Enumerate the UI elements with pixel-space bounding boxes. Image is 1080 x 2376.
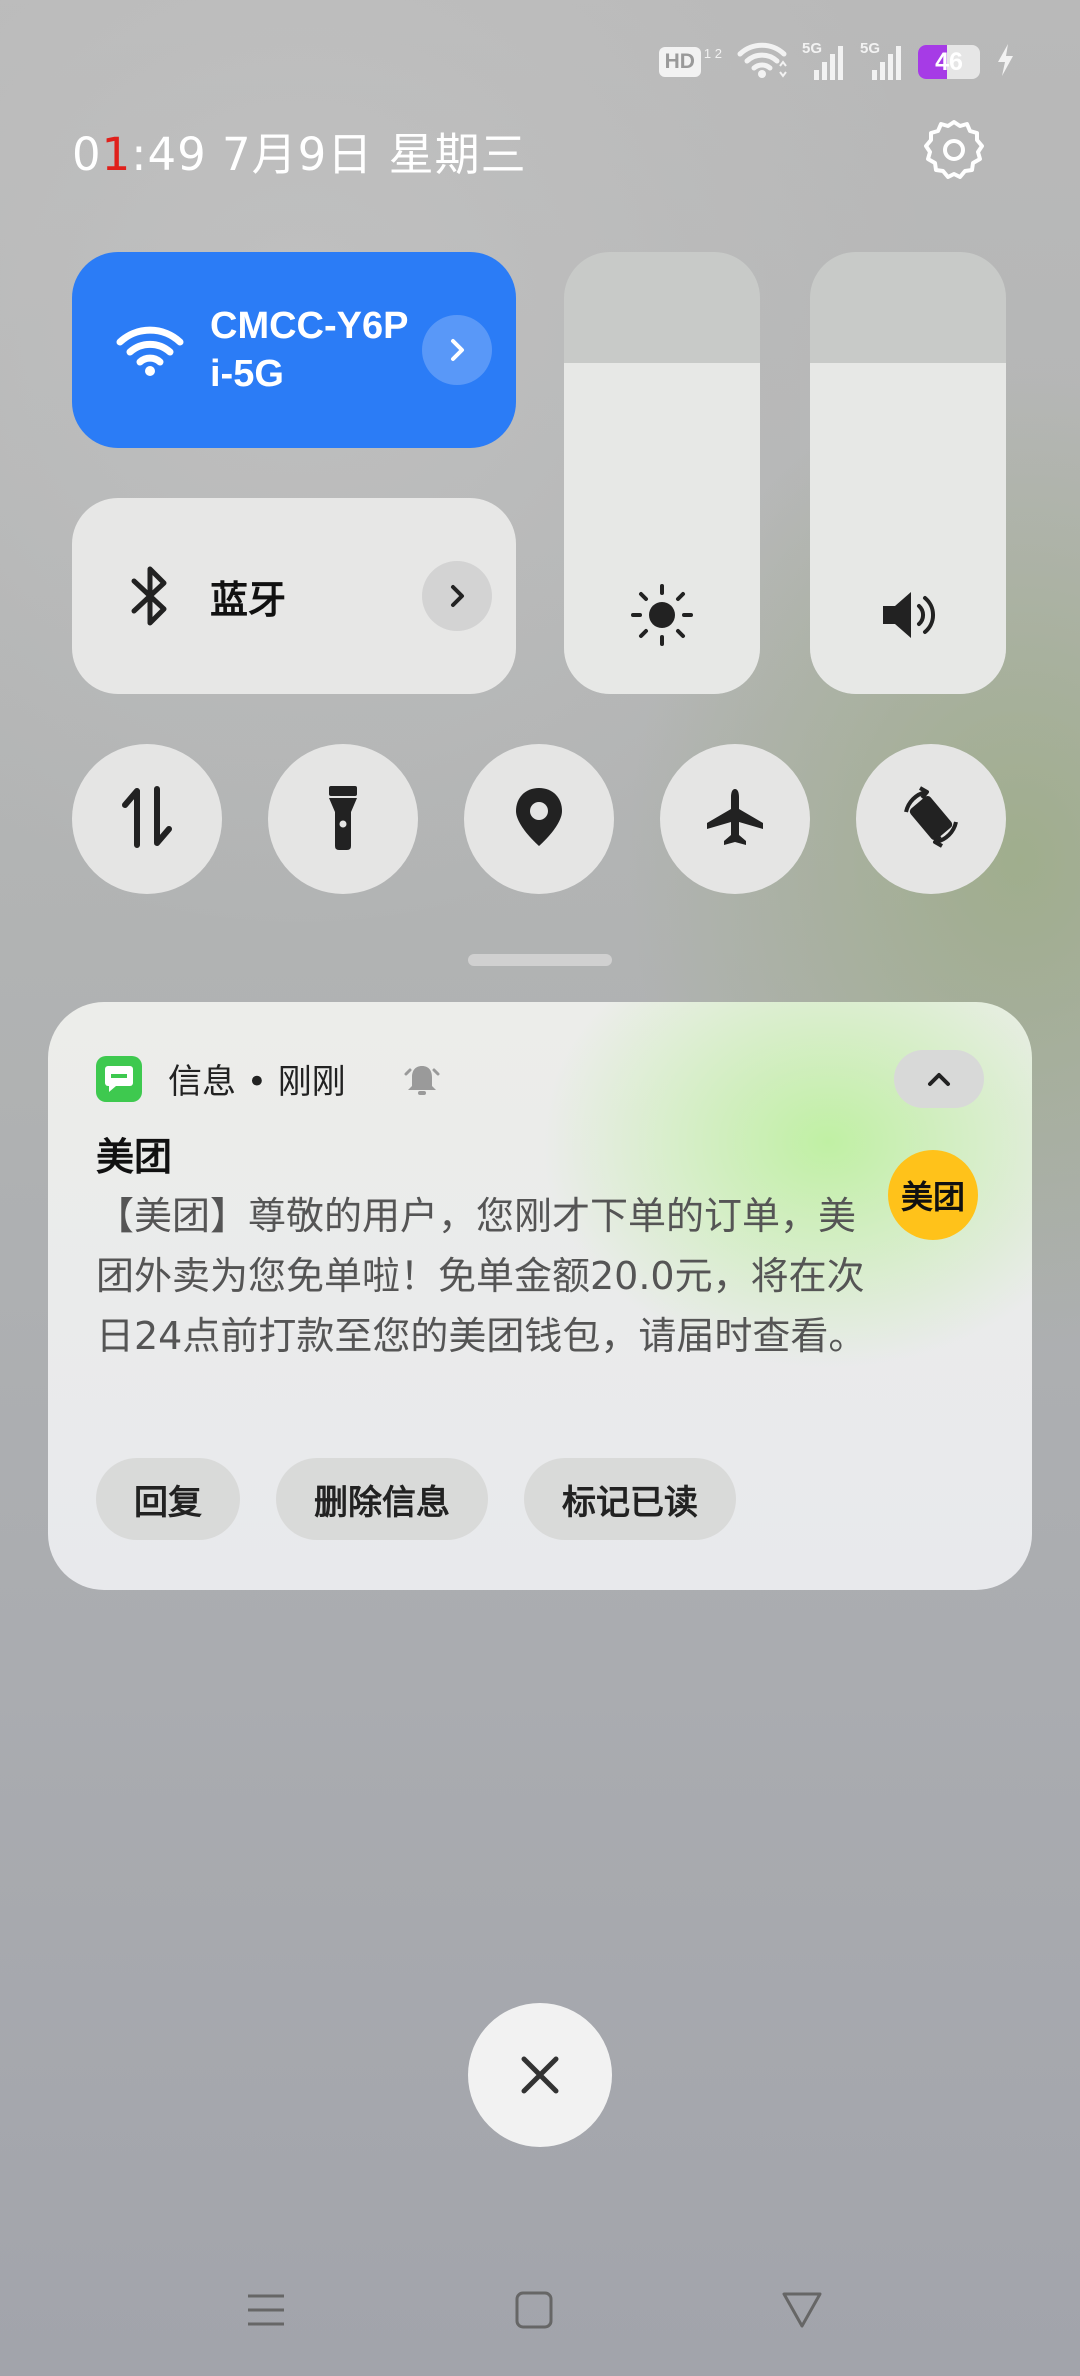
airplane-mode-toggle[interactable] [660,744,810,894]
bluetooth-label: 蓝牙 [210,577,287,622]
bluetooth-tile[interactable]: 蓝牙 [72,498,516,694]
auto-rotate-toggle[interactable] [856,744,1006,894]
signal-icon: 5G [860,40,904,82]
hd-sub-label: 1 2 [703,46,722,61]
header-separator: • [246,1062,267,1102]
hd-label: HD [658,47,701,77]
notification-header: 信息 • 刚刚 [168,1054,346,1103]
wifi-icon [736,40,788,84]
collapse-button[interactable] [894,1050,984,1108]
rotate-icon [896,782,966,856]
chevron-right-icon [451,585,464,607]
time-digit: 0 [72,128,102,181]
notification-body: 【美团】尊敬的用户，您刚才下单的订单，美团外卖为您免单啦！免单金额20.0元，将… [96,1194,867,1358]
sender-avatar: 美团 [888,1150,978,1240]
battery-icon: 46 [918,45,980,79]
home-button[interactable] [502,2278,566,2342]
notification-time: 刚刚 [277,1062,346,1102]
messages-app-icon [96,1056,142,1102]
wifi-details-button[interactable] [422,315,492,385]
chevron-right-icon [451,339,464,361]
data-arrows-icon [119,785,175,853]
clear-notifications-button[interactable] [468,2003,612,2147]
status-bar: HD 1 2 5G 5G 46 [658,38,1016,86]
panel-drag-handle[interactable] [468,954,612,966]
back-triangle-icon [782,2292,822,2328]
battery-level: 46 [935,47,963,76]
time-digit-red: 1 [101,128,132,181]
sun-icon [564,582,760,648]
location-toggle[interactable] [464,744,614,894]
weekday-label: 星期三 [388,128,527,181]
date-label: 7月9日 [222,128,374,181]
bell-icon [400,1058,444,1102]
location-pin-icon [511,784,567,854]
navigation-bar [0,2278,1080,2342]
menu-button[interactable] [234,2278,298,2342]
wifi-network-name: CMCC-Y6Pi-5G [210,305,409,395]
home-square-icon [515,2291,553,2329]
hd-voice-indicator: HD 1 2 [658,46,722,77]
flashlight-icon [323,782,363,856]
chevron-up-icon [928,1073,950,1086]
menu-icon [248,2294,284,2326]
brightness-slider[interactable] [564,252,760,694]
notification-actions: 回复 删除信息 标记已读 [96,1458,736,1540]
speaker-icon [810,582,1006,648]
volume-slider[interactable] [810,252,1006,694]
back-button[interactable] [770,2278,834,2342]
signal-icon: 5G [802,40,846,82]
wifi-tile[interactable]: CMCC-Y6Pi-5G [72,252,516,448]
settings-button[interactable] [918,116,990,188]
bluetooth-details-button[interactable] [422,561,492,631]
notification-card[interactable]: 信息 • 刚刚 美团 【美团】尊敬的用户，您刚才下单的订单，美团外卖为您免单啦！… [48,1002,1032,1590]
charging-icon [994,42,1016,82]
app-name: 信息 [168,1062,236,1102]
gear-icon [922,118,986,186]
bluetooth-icon [120,556,180,636]
wifi-icon [110,310,190,390]
date-time-header: 01:49 7月9日 星期三 [72,118,527,183]
delete-message-button[interactable]: 删除信息 [276,1458,488,1540]
mark-read-button[interactable]: 标记已读 [524,1458,736,1540]
mobile-data-toggle[interactable] [72,744,222,894]
reply-button[interactable]: 回复 [96,1458,240,1540]
time-minutes: :49 [131,128,207,181]
flashlight-toggle[interactable] [268,744,418,894]
close-icon [521,2056,559,2094]
notification-title: 美团 [96,1135,173,1179]
airplane-icon [703,785,767,853]
